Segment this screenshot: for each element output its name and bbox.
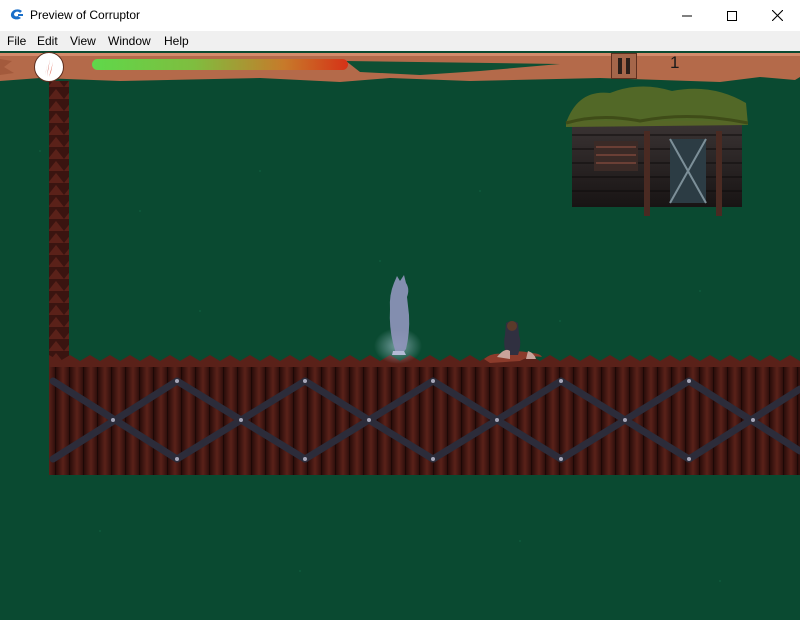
player-portrait	[34, 52, 64, 82]
menu-bar: File Edit View Window Help	[0, 31, 800, 51]
claw-icon	[45, 59, 53, 77]
maximize-icon	[727, 10, 737, 21]
close-icon	[771, 10, 783, 21]
close-button[interactable]	[754, 0, 800, 31]
pause-icon	[618, 58, 622, 74]
game-scene	[39, 81, 800, 582]
wooden-pillar	[49, 81, 69, 371]
menu-view[interactable]: View	[70, 34, 96, 48]
log-cabin	[565, 86, 749, 216]
health-bar	[92, 59, 348, 70]
wooden-fence	[49, 355, 800, 475]
minimize-button[interactable]	[664, 0, 710, 31]
menu-help[interactable]: Help	[164, 34, 189, 48]
menu-window[interactable]: Window	[108, 34, 151, 48]
maximize-button[interactable]	[709, 0, 755, 31]
pause-icon-bar	[626, 58, 630, 74]
window-title: Preview of Corruptor	[30, 8, 141, 22]
title-bar: Preview of Corruptor	[0, 0, 800, 32]
enemy-character	[484, 321, 542, 363]
ghost-player-character	[374, 275, 422, 364]
hud-bar: 1	[0, 51, 800, 83]
pause-button[interactable]	[611, 53, 637, 79]
minimize-icon	[682, 15, 692, 16]
gamemaker-app-icon	[10, 9, 23, 20]
game-canvas[interactable]: 1	[0, 51, 800, 620]
menu-edit[interactable]: Edit	[37, 34, 58, 48]
score-counter: 1	[670, 53, 680, 72]
menu-file[interactable]: File	[7, 34, 26, 48]
